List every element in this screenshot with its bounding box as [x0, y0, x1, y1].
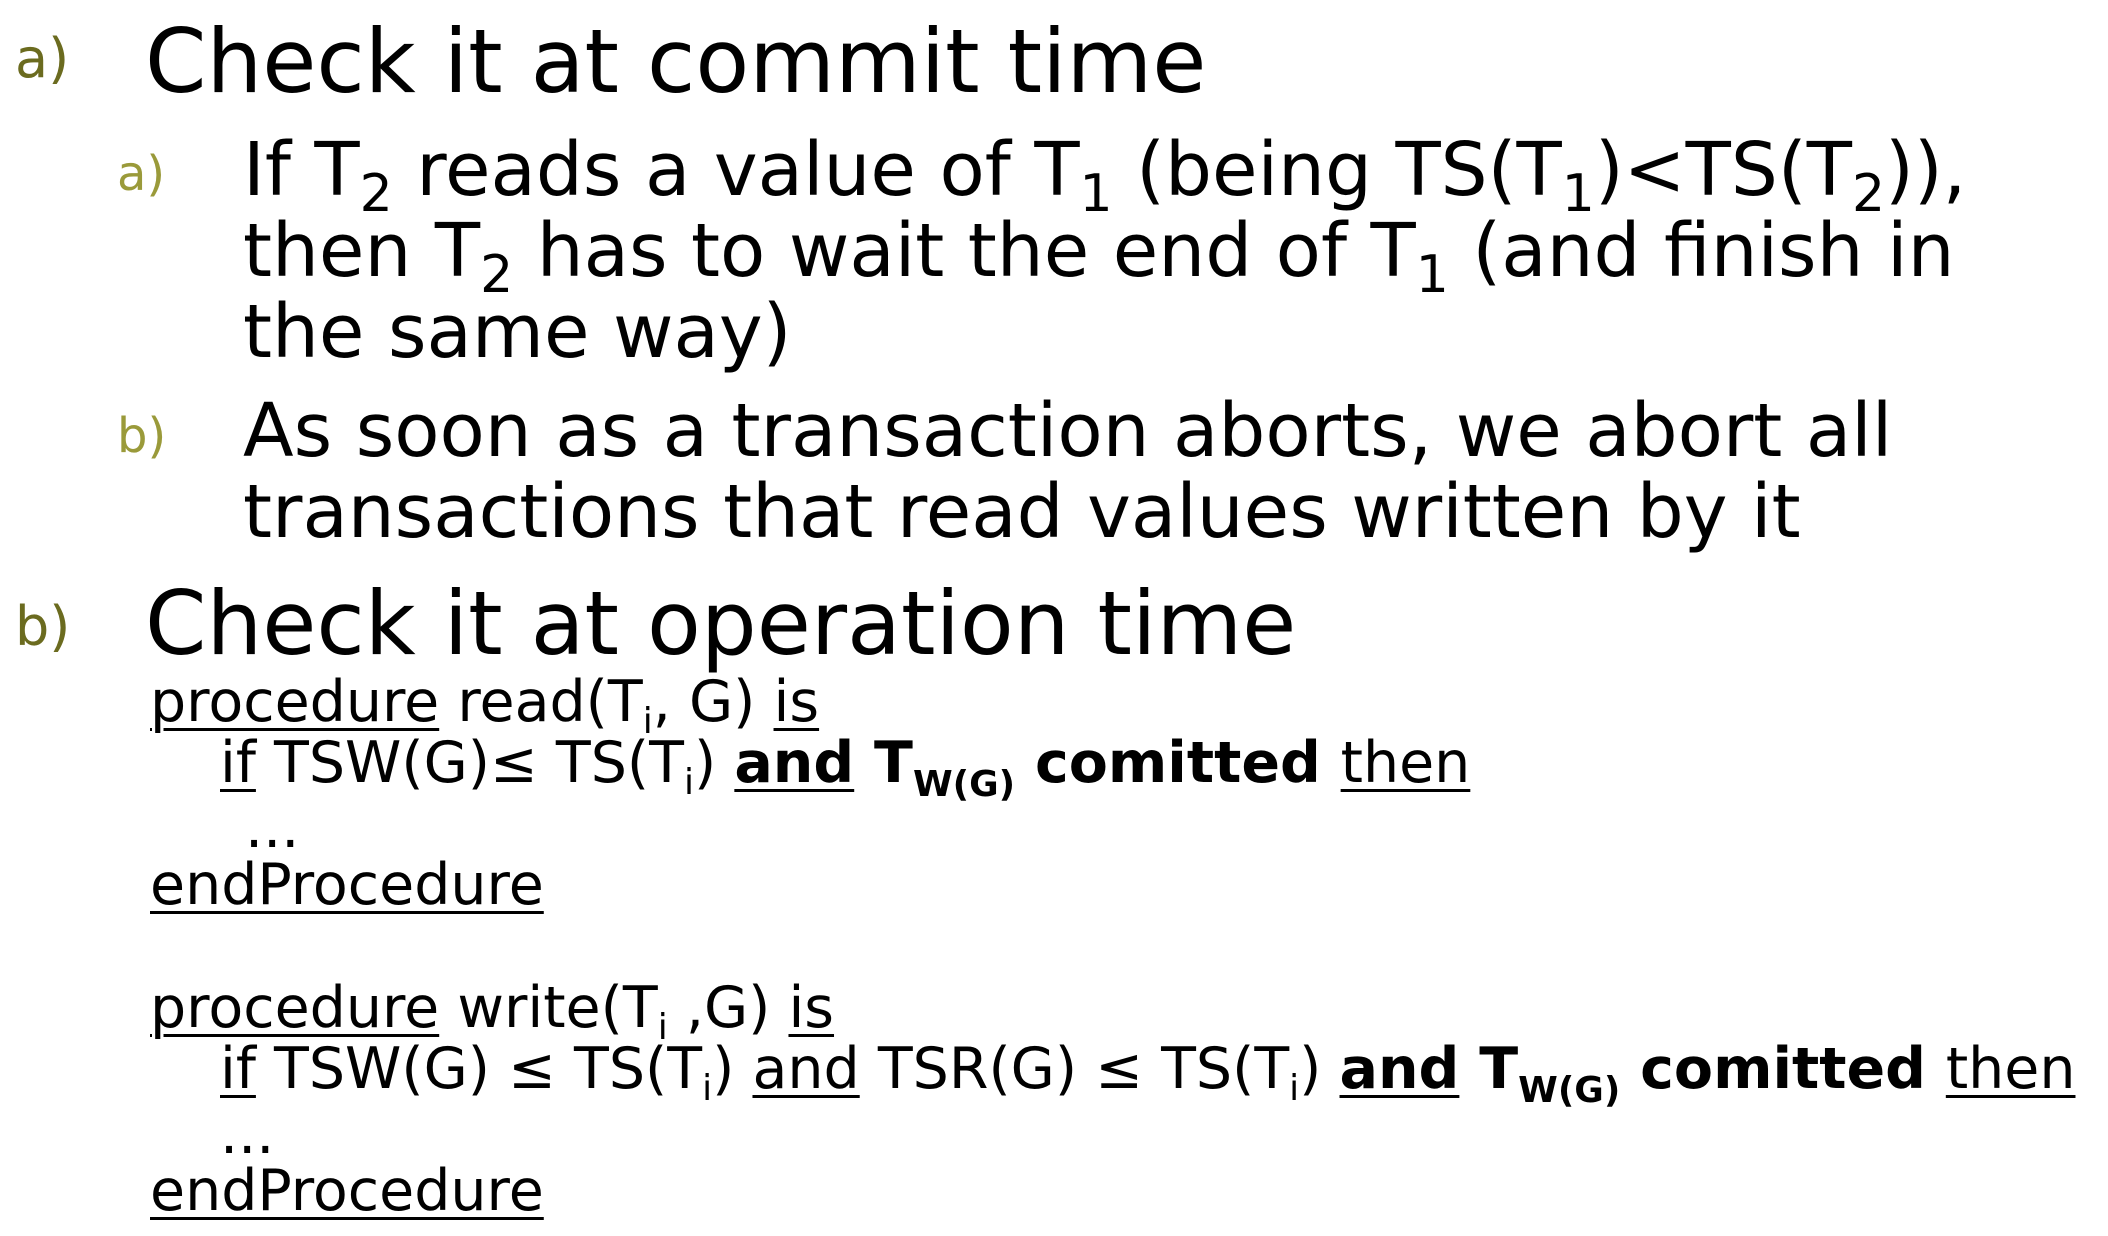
read-procedure-signature: procedure read(Ti, G) is — [150, 669, 820, 742]
write-procedure-end: endProcedure — [150, 1158, 544, 1224]
write-procedure-condition: if TSW(G) ≤ TS(Ti) and TSR(G) ≤ TS(Ti) a… — [220, 1036, 2076, 1111]
slide: a) Check it at commit time a) If T2 read… — [0, 0, 2108, 1236]
subitem-b-line1: As soon as a transaction aborts, we abor… — [243, 388, 1893, 474]
subitem-a-line1: If T2 reads a value of T1 (being TS(T1)<… — [243, 127, 1967, 224]
subitem-a-line2: then T2 has to wait the end of T1 (and f… — [243, 208, 1955, 305]
subitem-a-line3: the same way) — [243, 289, 792, 375]
subitem-a-marker: a) — [117, 146, 166, 202]
item-a-marker: a) — [15, 27, 70, 90]
write-procedure-signature: procedure write(Ti ,G) is — [150, 975, 835, 1048]
item-b-marker: b) — [15, 595, 71, 658]
write-procedure-ellipsis: ... — [220, 1101, 275, 1167]
item-b-heading: Check it at operation time — [145, 572, 1297, 675]
subitem-b-marker: b) — [117, 408, 167, 464]
read-procedure-condition: if TSW(G)≤ TS(Ti) and TW(G) comitted the… — [220, 730, 1471, 805]
subitem-b-line2: transactions that read values written by… — [243, 469, 1801, 555]
item-a-heading: Check it at commit time — [145, 10, 1207, 113]
read-procedure-ellipsis: ... — [245, 795, 300, 861]
read-procedure-end: endProcedure — [150, 852, 544, 918]
